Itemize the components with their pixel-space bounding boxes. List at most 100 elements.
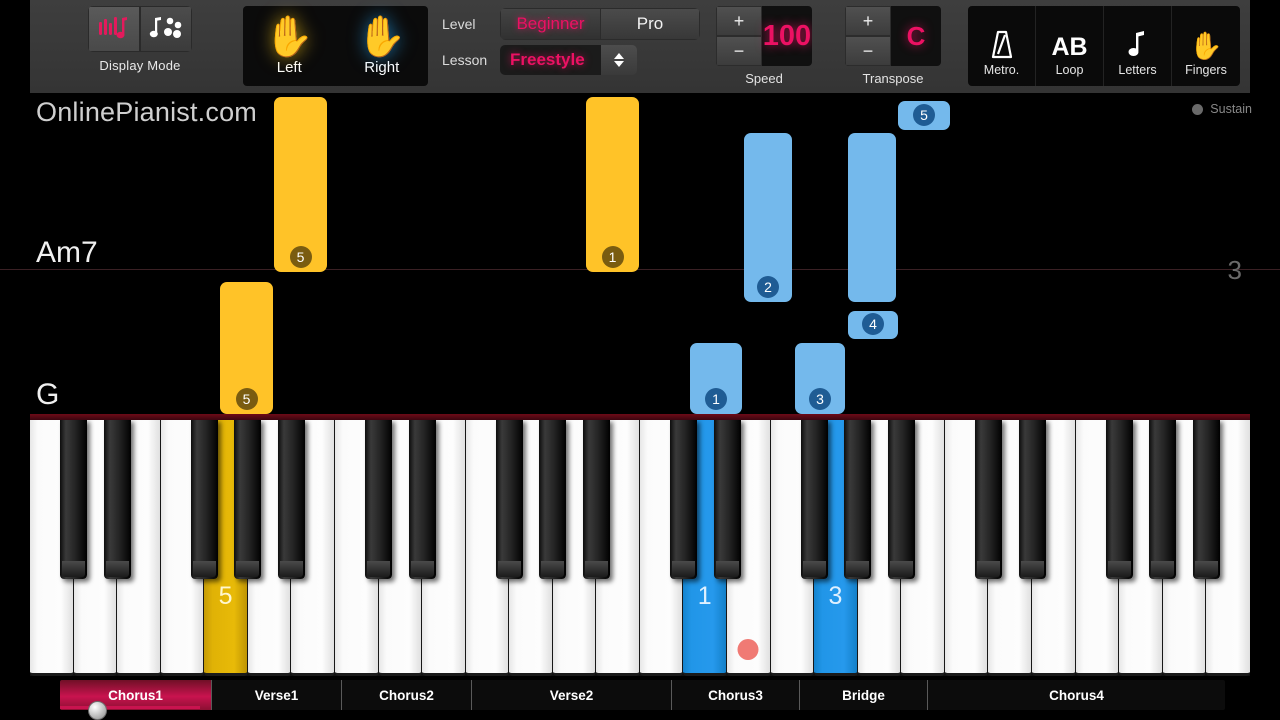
letters-button[interactable]: Letters <box>1104 6 1172 86</box>
level-segmented-control: Beginner Pro <box>500 8 700 40</box>
piano-white-key[interactable] <box>378 419 423 676</box>
right-hand-button[interactable]: ✋ Right <box>336 6 429 86</box>
speed-buttons: + − <box>716 6 762 66</box>
transpose-minus-button[interactable]: − <box>845 36 891 66</box>
piano-white-key[interactable] <box>1162 419 1207 676</box>
bars-note-icon <box>99 17 127 39</box>
loop-label: Loop <box>1055 62 1084 77</box>
piano-white-key[interactable] <box>901 419 945 676</box>
transpose-value: C <box>906 20 926 51</box>
finger-number: 2 <box>757 276 779 298</box>
speed-minus-button[interactable]: − <box>716 36 762 66</box>
lesson-row: Lesson Freestyle <box>440 42 705 78</box>
finger-number: 3 <box>809 388 831 410</box>
piano-white-key[interactable] <box>117 419 161 676</box>
left-hand-label: Left <box>276 58 302 76</box>
level-row: Level Beginner Pro <box>440 6 705 42</box>
section-verse1[interactable]: Verse1 <box>212 680 342 710</box>
note-bar-right-3: 3 <box>795 343 845 414</box>
section-verse2[interactable]: Verse2 <box>472 680 672 710</box>
white-keys: 5 1 3 <box>30 419 1250 676</box>
measure-line <box>0 269 1280 270</box>
note-bar-left-1: 1 <box>586 97 639 272</box>
piano-white-key[interactable] <box>73 419 118 676</box>
lesson-select[interactable]: Freestyle <box>500 45 637 75</box>
middle-c-dot-icon <box>737 639 759 660</box>
finger-number: 5 <box>289 246 312 268</box>
top-toolbar: Display Mode ✋ Left ✋ Right Level Beginn… <box>30 0 1250 93</box>
note-bar-right-bar <box>848 133 896 302</box>
display-mode-label: Display Mode <box>99 58 181 73</box>
section-chorus3[interactable]: Chorus3 <box>672 680 800 710</box>
metronome-label: Metro. <box>983 62 1020 77</box>
speed-value: 100 <box>762 19 812 52</box>
finger-number: 1 <box>601 246 624 268</box>
level-pro-button[interactable]: Pro <box>600 8 700 40</box>
transpose-stepper: + − C Transpose <box>845 6 941 86</box>
chevron-updown-icon[interactable] <box>601 45 637 75</box>
speed-stepper: + − 100 Speed <box>716 6 812 86</box>
speed-label: Speed <box>745 71 783 86</box>
music-note-icon <box>1127 16 1149 60</box>
piano-white-key[interactable] <box>1075 419 1120 676</box>
hand-icon: ✋ <box>356 14 407 59</box>
key-finger-label: 5 <box>218 582 233 610</box>
transpose-label: Transpose <box>862 71 924 86</box>
chord-am7: Am7 <box>36 236 98 269</box>
lesson-value: Freestyle <box>500 45 601 75</box>
piano-keyboard: 5 1 3 <box>30 414 1250 676</box>
measure-number: 3 <box>1227 255 1242 285</box>
sustain-indicator: Sustain <box>1192 102 1252 116</box>
piano-white-key[interactable] <box>639 419 684 676</box>
piano-white-key-highlighted[interactable]: 5 <box>204 419 248 676</box>
section-chorus2[interactable]: Chorus2 <box>342 680 472 710</box>
playhead-handle[interactable] <box>88 701 107 720</box>
metronome-icon <box>989 16 1015 60</box>
display-mode-group: Display Mode <box>70 6 210 86</box>
transpose-body: + − C <box>845 6 941 66</box>
display-mode-notation-button[interactable] <box>140 6 192 52</box>
display-mode-buttons <box>88 6 192 52</box>
fingers-button[interactable]: ✋ Fingers <box>1172 6 1240 86</box>
piano-white-key[interactable] <box>857 419 902 676</box>
piano-white-key[interactable] <box>1206 419 1250 676</box>
piano-white-key-highlighted[interactable]: 3 <box>814 419 858 676</box>
piano-white-key[interactable] <box>1119 419 1163 676</box>
display-mode-bars-button[interactable] <box>88 6 140 52</box>
piano-white-key-highlighted[interactable]: 1 <box>683 419 727 676</box>
left-hand-button[interactable]: ✋ Left <box>243 6 336 86</box>
piano-white-key[interactable] <box>30 419 74 676</box>
piano-white-key[interactable] <box>988 419 1032 676</box>
piano-white-key[interactable] <box>291 419 335 676</box>
note-roll: OnlinePianist.com Sustain Am7 G 3 5 1 5 5 2 4 3… <box>0 93 1280 416</box>
piano-white-key[interactable] <box>552 419 597 676</box>
piano-white-key[interactable] <box>422 419 466 676</box>
piano-white-key[interactable] <box>509 419 553 676</box>
finger-number: 1 <box>705 388 727 410</box>
note-bar-right-1: 1 <box>690 343 742 414</box>
section-chorus4[interactable]: Chorus4 <box>928 680 1225 710</box>
piano-white-key[interactable] <box>1031 419 1076 676</box>
piano-white-key[interactable] <box>465 419 510 676</box>
transpose-plus-button[interactable]: + <box>845 6 891 36</box>
hands-group: ✋ Left ✋ Right <box>243 6 428 86</box>
loop-button[interactable]: AB Loop <box>1036 6 1104 86</box>
piano-white-key[interactable] <box>596 419 640 676</box>
finger-number: 4 <box>862 313 884 335</box>
metronome-button[interactable]: Metro. <box>968 6 1036 86</box>
piano-white-key[interactable] <box>334 419 379 676</box>
piano-white-key[interactable] <box>770 419 815 676</box>
piano-white-key[interactable] <box>247 419 292 676</box>
level-label: Level <box>442 16 476 32</box>
piano-white-key[interactable] <box>727 419 771 676</box>
section-bridge[interactable]: Bridge <box>800 680 928 710</box>
felt-strip <box>30 414 1250 420</box>
piano-white-key[interactable] <box>944 419 989 676</box>
hand-icon: ✋ <box>264 14 315 59</box>
key-finger-label: 3 <box>828 582 843 610</box>
staff-notes-icon <box>149 17 182 38</box>
speed-plus-button[interactable]: + <box>716 6 762 36</box>
level-beginner-button[interactable]: Beginner <box>500 8 600 40</box>
onlinepianist-app: Display Mode ✋ Left ✋ Right Level Beginn… <box>0 0 1280 720</box>
piano-white-key[interactable] <box>160 419 205 676</box>
